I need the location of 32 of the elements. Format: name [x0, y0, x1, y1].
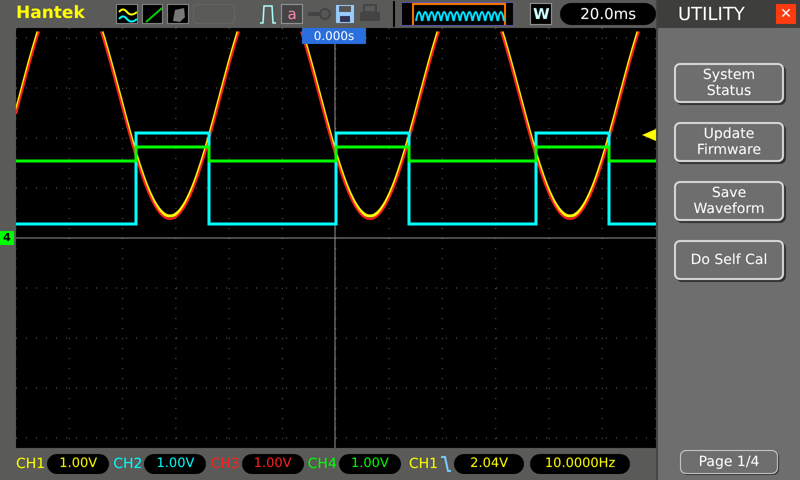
text-button[interactable]: a	[281, 4, 304, 24]
trigger-level-marker	[642, 129, 656, 141]
window-button[interactable]: W	[530, 3, 552, 25]
frequency-readout: 10.0000Hz	[530, 454, 630, 474]
brand-logo: Hantek	[16, 2, 86, 26]
channel-scale-readout: 1.00V	[242, 454, 304, 474]
channel-label: CH1	[16, 454, 46, 474]
pulse-icon	[259, 3, 278, 25]
menu-button[interactable]: Save Waveform	[674, 181, 784, 221]
memory-overview-icon	[400, 2, 514, 26]
channel-scale-readout: 1.00V	[47, 454, 110, 474]
menu-button[interactable]: System Status	[674, 63, 784, 103]
line-icon	[142, 4, 164, 24]
menu-button[interactable]: Update Firmware	[674, 122, 784, 162]
falling-edge-icon	[440, 455, 452, 473]
menu-title: UTILITY	[678, 2, 745, 26]
channel-scale-readout: 1.00V	[338, 454, 401, 474]
timebase-readout: 20.0ms	[560, 3, 656, 25]
page-button[interactable]: Page 1/4	[680, 450, 778, 474]
save-icon[interactable]	[335, 4, 355, 24]
ground-marker: 4	[0, 231, 14, 245]
trigger-level-readout: 2.04V	[454, 454, 524, 474]
persistence-icon	[167, 4, 190, 24]
channel-label: CH4	[308, 454, 337, 474]
channel-label: CH3	[210, 454, 240, 474]
menu-button[interactable]: Do Self Cal	[674, 240, 784, 280]
channel-label: CH2	[113, 454, 142, 474]
close-button[interactable]: ✕	[776, 4, 796, 24]
waveform-icon	[116, 4, 138, 24]
channel-scale-readout: 1.00V	[144, 454, 206, 474]
trigger-source-label: CH1	[408, 454, 438, 474]
trigger-position-marker: 0.000s	[302, 28, 366, 44]
